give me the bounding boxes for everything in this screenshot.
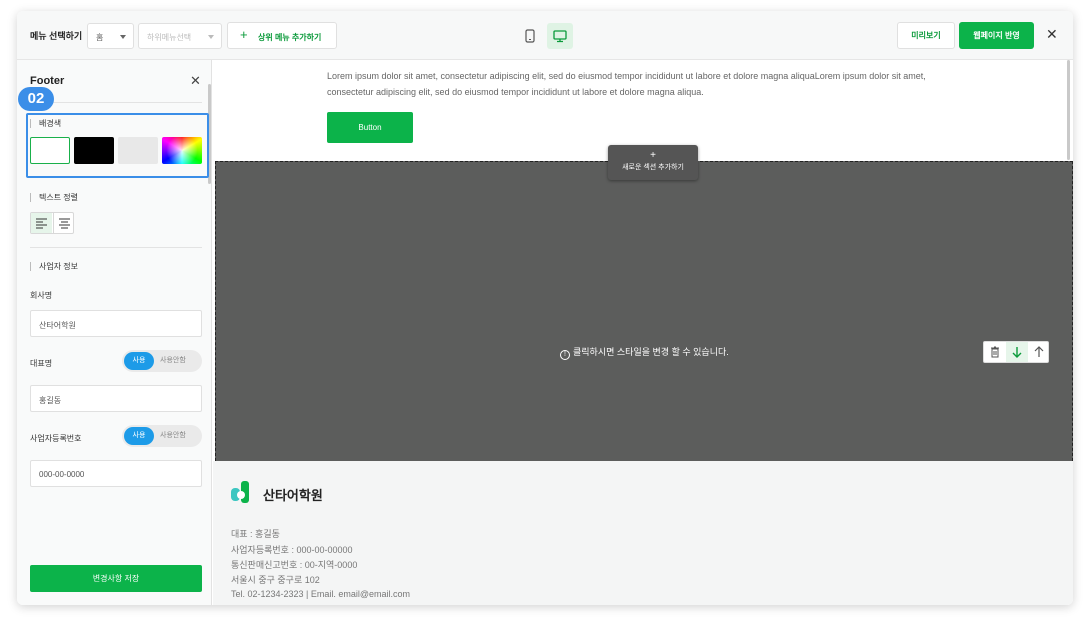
preview-button[interactable]: 미리보기 [897, 22, 955, 49]
info-icon: ! [560, 350, 570, 360]
ceo-input[interactable]: 홍길동 [30, 385, 202, 412]
footer-settings-panel: Footer ✕ 02 배경색 텍스트 정렬 사업자 정보 회사명 산타어학원 … [17, 60, 212, 605]
mobile-view-button[interactable] [517, 23, 543, 49]
color-picker-swatch[interactable] [162, 137, 202, 164]
reg-number-label: 사업자등록번호 [30, 434, 82, 443]
add-top-menu-label: 상위 메뉴 추가하기 [258, 33, 322, 42]
submenu-select-placeholder: 하위메뉴선택 [147, 33, 192, 42]
reg-number-input[interactable]: 000-00-0000 [30, 460, 202, 487]
logo-icon [231, 481, 249, 503]
arrow-down-icon [1012, 347, 1022, 358]
submenu-select[interactable]: 하위메뉴선택 [138, 23, 222, 49]
reg-number-toggle[interactable]: 사용 사용안함 [122, 425, 202, 447]
bg-swatch-white[interactable] [30, 137, 70, 164]
close-icon[interactable]: ✕ [1046, 26, 1058, 43]
bg-color-label: 배경색 [30, 119, 61, 128]
chevron-down-icon [208, 35, 214, 39]
reg-toggle-on[interactable]: 사용 [124, 427, 154, 445]
edit-hint-text: 클릭하시면 스타일을 변경 할 수 있습니다. [573, 347, 729, 357]
footer-preview[interactable]: 산타어학원 대표 : 홍길동 사업자등록번호 : 000-00-00000 통신… [213, 461, 1073, 605]
panel-title: Footer [30, 75, 65, 87]
align-left-icon [36, 218, 47, 229]
ceo-label: 대표명 [30, 359, 53, 368]
trash-icon [991, 346, 999, 358]
menu-select[interactable]: 홈 [87, 23, 134, 49]
step-badge: 02 [18, 87, 54, 111]
ceo-toggle-off[interactable]: 사용안함 [160, 350, 186, 372]
delete-section-button[interactable] [984, 342, 1006, 362]
company-input[interactable]: 산타어학원 [30, 310, 202, 337]
menu-select-value: 홈 [96, 33, 104, 42]
footer-line: Tel. 02-1234-2323 | Email. email@email.c… [231, 589, 411, 599]
footer-line: 사업자등록번호 : 000-00-00000 [231, 545, 353, 555]
mobile-icon [525, 29, 535, 43]
align-left-button[interactable] [31, 213, 52, 233]
edit-hint: ! 클릭하시면 스타일을 변경 할 수 있습니다. [560, 345, 729, 360]
add-section-label: 새로운 섹션 추가하기 [622, 164, 684, 171]
divider [30, 247, 202, 248]
plus-icon: + [650, 150, 656, 161]
desktop-view-button[interactable] [547, 23, 573, 49]
ceo-toggle[interactable]: 사용 사용안함 [122, 350, 202, 372]
close-icon[interactable]: ✕ [190, 73, 201, 89]
editor-window: 메뉴 선택하기 홈 하위메뉴선택 + 상위 메뉴 추가하기 미리보기 웹페이지 … [17, 11, 1073, 605]
chevron-down-icon [120, 35, 126, 39]
plus-icon: + [240, 27, 248, 42]
top-toolbar: 메뉴 선택하기 홈 하위메뉴선택 + 상위 메뉴 추가하기 미리보기 웹페이지 … [17, 11, 1073, 60]
footer-company-name: 산타어학원 [263, 488, 323, 503]
apply-to-webpage-button[interactable]: 웹페이지 반영 [959, 22, 1034, 49]
menu-select-label: 메뉴 선택하기 [30, 31, 83, 41]
bg-swatch-black[interactable] [74, 137, 114, 164]
add-section-button[interactable]: + 새로운 섹션 추가하기 [608, 145, 698, 180]
move-up-button[interactable] [1028, 342, 1050, 362]
text-align-group [30, 212, 74, 234]
body-text: Lorem ipsum dolor sit amet, consectetur … [327, 71, 926, 97]
footer-line: 대표 : 홍길동 [231, 529, 280, 539]
desktop-icon [553, 30, 567, 43]
align-center-icon [59, 218, 70, 229]
company-label: 회사명 [30, 291, 53, 300]
cta-button[interactable]: Button [327, 112, 413, 143]
arrow-up-icon [1034, 346, 1044, 357]
align-center-button[interactable] [53, 213, 74, 233]
bg-swatch-gray[interactable] [118, 137, 158, 164]
selected-section[interactable]: ! 클릭하시면 스타일을 변경 할 수 있습니다. [215, 161, 1073, 461]
business-info-label: 사업자 정보 [30, 262, 78, 271]
add-top-menu-button[interactable]: + 상위 메뉴 추가하기 [227, 22, 337, 49]
ceo-toggle-on[interactable]: 사용 [124, 352, 154, 370]
divider [30, 102, 202, 103]
text-align-label: 텍스트 정렬 [30, 193, 78, 202]
section-toolbar [983, 341, 1049, 363]
footer-line: 통신판매신고번호 : 00-지역-0000 [231, 560, 358, 570]
move-down-button[interactable] [1006, 342, 1028, 362]
page-canvas: Lorem ipsum dolor sit amet, consectetur … [213, 60, 1073, 605]
canvas-scrollbar[interactable] [1067, 60, 1070, 160]
save-changes-button[interactable]: 변경사항 저장 [30, 565, 202, 592]
reg-toggle-off[interactable]: 사용안함 [160, 425, 186, 447]
footer-line: 서울시 중구 중구로 102 [231, 575, 320, 585]
